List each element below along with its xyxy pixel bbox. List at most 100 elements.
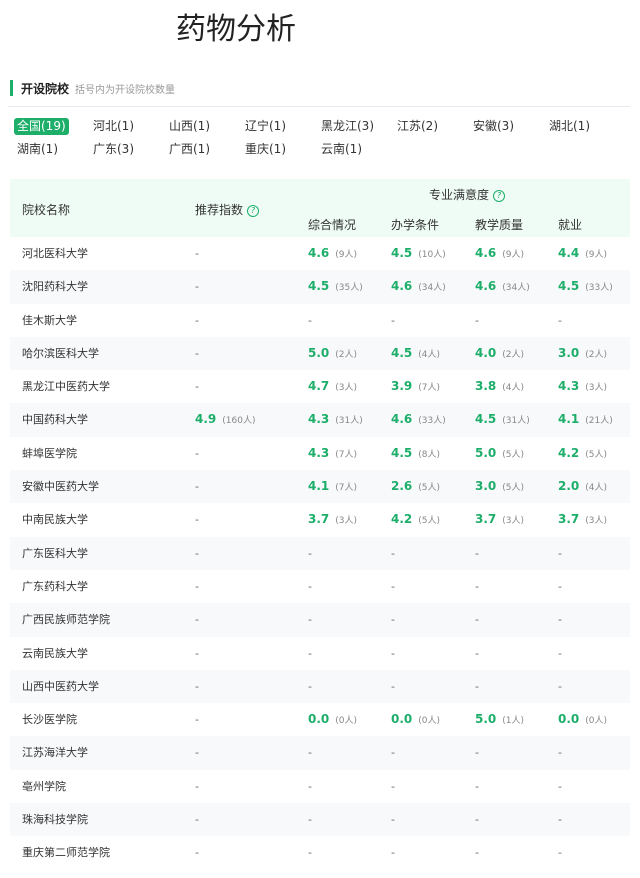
province-tab[interactable]: 重庆(1) — [242, 141, 289, 158]
score-value: 4.1 — [308, 479, 330, 494]
empty-cell: - — [195, 613, 199, 627]
school-name[interactable]: 佳木斯大学 — [22, 304, 77, 337]
score-cell: 4.6 (9人) — [475, 237, 524, 272]
rater-count: (4人) — [418, 349, 441, 360]
rater-count: (2人) — [585, 349, 608, 360]
school-name[interactable]: 山西中医药大学 — [22, 670, 99, 703]
school-name[interactable]: 亳州学院 — [22, 770, 66, 803]
header-teaching: 教学质量 — [475, 218, 524, 232]
table-row[interactable]: 河北医科大学 - 4.6 (9人) 4.5 (10人) 4.6 (9人) 4.4 (9人) — [10, 237, 630, 270]
empty-cell: - — [558, 613, 562, 627]
empty-cell: - — [558, 746, 562, 760]
rater-count: (0人) — [418, 716, 441, 727]
empty-cell: - — [308, 679, 312, 693]
section-hint: 括号内为开设院校数量 — [75, 84, 176, 96]
school-name[interactable]: 安徽中医药大学 — [22, 470, 99, 503]
table-row[interactable]: 长沙医学院 - 0.0 (0人) 0.0 (0人) 5.0 (1人) 0.0 (0人) — [10, 703, 630, 736]
rater-count: (9人) — [335, 250, 358, 260]
table-row[interactable]: 黑龙江中医药大学 - 4.7 (3人) 3.9 (7人) 3.8 (4人) 4.3 (3人) — [10, 370, 630, 403]
province-tab[interactable]: 辽宁(1) — [242, 118, 289, 135]
school-name[interactable]: 黑龙江中医药大学 — [22, 370, 110, 403]
province-tab[interactable]: 黑龙江(3) — [318, 118, 377, 135]
school-name[interactable]: 重庆第二师范学院 — [22, 836, 110, 869]
school-name[interactable]: 广东医科大学 — [22, 537, 88, 570]
table-row[interactable]: 蚌埠医学院 - 4.3 (7人) 4.5 (8人) 5.0 (5人) 4.2 (5人) — [10, 437, 630, 470]
rater-count: (8人) — [418, 449, 441, 460]
help-icon[interactable]: ? — [493, 189, 506, 202]
school-name[interactable]: 蚌埠医学院 — [22, 437, 77, 470]
empty-cell: - — [308, 646, 312, 660]
empty-cell: - — [558, 779, 562, 793]
province-tab[interactable]: 河北(1) — [90, 118, 137, 135]
empty-cell: - — [195, 346, 199, 360]
table-row[interactable]: 江苏海洋大学 - - - - - — [10, 736, 630, 770]
school-name[interactable]: 广东药科大学 — [22, 570, 88, 603]
empty-cell: - — [195, 579, 199, 593]
province-tab[interactable]: 安徽(3) — [470, 118, 517, 135]
empty-cell: - — [558, 679, 562, 693]
table-row[interactable]: 亳州学院 - - - - - — [10, 770, 630, 803]
province-tab[interactable]: 江苏(2) — [394, 118, 441, 135]
empty-cell: - — [391, 746, 395, 760]
table-row[interactable]: 佳木斯大学 - - - - - — [10, 304, 630, 337]
school-name[interactable]: 河北医科大学 — [22, 237, 88, 270]
rater-count: (5人) — [418, 516, 441, 527]
province-tab[interactable]: 湖北(1) — [546, 118, 593, 135]
province-tab[interactable]: 广西(1) — [166, 141, 213, 158]
score-cell: 4.0 (2人) — [475, 337, 524, 372]
school-name[interactable]: 沈阳药科大学 — [22, 270, 88, 303]
province-tab[interactable]: 山西(1) — [166, 118, 213, 135]
school-name[interactable]: 中国药科大学 — [22, 403, 88, 436]
score-value: 4.4 — [558, 246, 580, 260]
school-name[interactable]: 江苏海洋大学 — [22, 736, 88, 769]
table-row[interactable]: 珠海科技学院 - - - - - — [10, 803, 630, 837]
table-row[interactable]: 沈阳药科大学 - 4.5 (35人) 4.6 (34人) 4.6 (34人) 4.5 (33人) — [10, 270, 630, 304]
score-cell: 2.6 (5人) — [391, 470, 440, 505]
table-row[interactable]: 哈尔滨医科大学 - 5.0 (2人) 4.5 (4人) 4.0 (2人) 3.0 (2人) — [10, 336, 630, 372]
table-row[interactable]: 中国药科大学 4.9 (160人) 4.3 (31人) 4.6 (33人) 4.5 (31人) 4… — [10, 403, 630, 437]
empty-cell: - — [195, 313, 199, 327]
table-row[interactable]: 广东医科大学 - - - - - — [10, 536, 630, 570]
table-row[interactable]: 重庆第二师范学院 - - - - - — [10, 836, 630, 869]
rater-count: (21人) — [585, 416, 613, 427]
help-icon[interactable]: ? — [247, 204, 260, 217]
rater-count: (7人) — [335, 483, 358, 494]
province-tab[interactable]: 云南(1) — [318, 141, 365, 158]
school-name[interactable]: 中南民族大学 — [22, 503, 88, 536]
table-row[interactable]: 云南民族大学 - - - - - — [10, 637, 630, 670]
rater-count: (35人) — [335, 283, 363, 294]
table-row[interactable]: 广东药科大学 - - - - - — [10, 570, 630, 603]
table-row[interactable]: 安徽中医药大学 - 4.1 (7人) 2.6 (5人) 3.0 (5人) 2.0 (4人) — [10, 470, 630, 505]
empty-cell: - — [391, 579, 395, 593]
school-name[interactable]: 广西民族师范学院 — [22, 603, 110, 636]
score-cell: 3.8 (4人) — [475, 370, 524, 405]
province-tab[interactable]: 湖南(1) — [14, 141, 61, 158]
score-value: 4.2 — [558, 445, 580, 460]
school-name[interactable]: 云南民族大学 — [22, 637, 88, 670]
empty-cell: - — [195, 513, 199, 527]
empty-cell: - — [475, 313, 479, 327]
table-row[interactable]: 广西民族师范学院 - - - - - — [10, 603, 630, 637]
rater-count: (7人) — [335, 449, 358, 460]
score-value: 4.7 — [308, 379, 330, 394]
school-name[interactable]: 长沙医学院 — [22, 703, 77, 736]
empty-cell: - — [308, 579, 312, 593]
empty-cell: - — [195, 446, 199, 460]
rater-count: (34人) — [502, 283, 530, 294]
province-tab[interactable]: 广东(3) — [90, 141, 137, 158]
table-row[interactable]: 山西中医药大学 - - - - - — [10, 669, 630, 704]
empty-cell: - — [195, 713, 199, 727]
school-name[interactable]: 哈尔滨医科大学 — [22, 337, 99, 370]
empty-cell: - — [308, 813, 312, 827]
score-value: 3.0 — [475, 479, 497, 494]
rater-count: (4人) — [502, 383, 525, 394]
score-cell: 5.0 (5人) — [475, 437, 524, 472]
table-row[interactable]: 中南民族大学 - 3.7 (3人) 4.2 (5人) 3.7 (3人) 3.7 (3人) — [10, 503, 630, 536]
score-value: 4.6 — [475, 246, 497, 260]
score-cell: 3.7 (3人) — [475, 503, 524, 538]
province-tab[interactable]: 全国(19) — [14, 118, 69, 135]
empty-cell: - — [475, 579, 479, 593]
empty-cell: - — [195, 247, 199, 260]
school-name[interactable]: 珠海科技学院 — [22, 803, 88, 836]
empty-cell: - — [558, 579, 562, 593]
